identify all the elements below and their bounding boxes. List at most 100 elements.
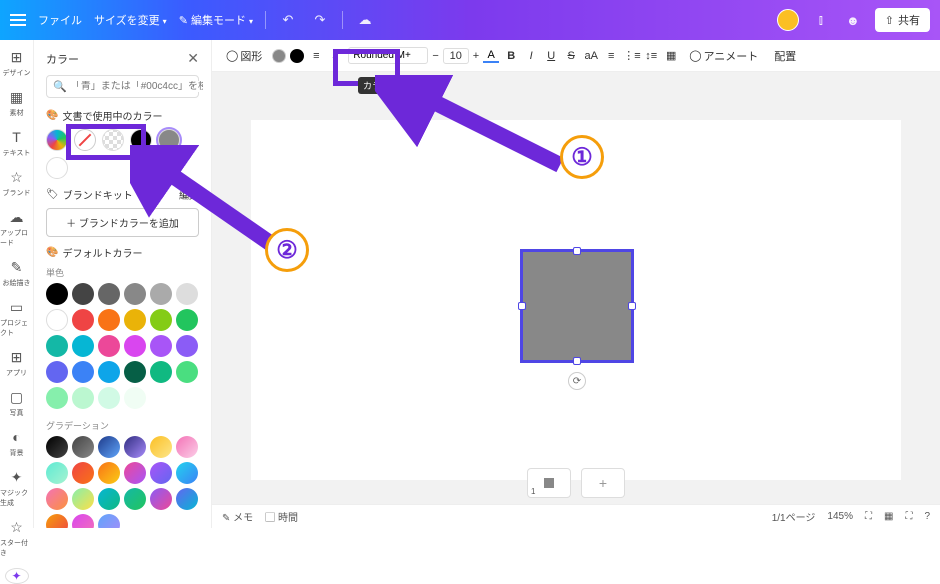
add-brand-color-button[interactable]: ＋ ブランドカラーを追加 [46, 208, 199, 237]
present-icon[interactable]: ⛶ [905, 511, 912, 522]
gradient-swatch[interactable] [46, 514, 68, 528]
corner-icon[interactable]: ⟋ [328, 49, 344, 62]
zoom-slider-icon[interactable]: ⛶ [865, 511, 872, 522]
gradient-swatch[interactable] [46, 436, 68, 458]
underline-icon[interactable]: U [543, 50, 559, 62]
case-icon[interactable]: aA [583, 50, 599, 62]
help-icon[interactable]: ? [924, 511, 930, 522]
file-menu[interactable]: ファイル [38, 12, 82, 28]
border-color-swatch[interactable] [290, 49, 304, 63]
sidebar-item[interactable]: ▭プロジェクト [0, 298, 33, 338]
share-button[interactable]: ⇧ 共有 [875, 8, 930, 32]
gradient-swatch[interactable] [98, 462, 120, 484]
position-button[interactable]: 配置 [768, 46, 802, 66]
sidebar-item[interactable]: ✦マジック生成 [0, 468, 33, 508]
redo-icon[interactable]: ↷ [310, 10, 330, 30]
gradient-swatch[interactable] [150, 488, 172, 510]
color-swatch[interactable] [98, 283, 120, 305]
canvas-page[interactable]: ⟳ [251, 120, 901, 480]
color-swatch[interactable] [150, 309, 172, 331]
color-swatch[interactable] [46, 309, 68, 331]
add-page-button[interactable]: + [581, 468, 625, 498]
color-swatch[interactable] [124, 335, 146, 357]
transparency-icon[interactable]: ▦ [663, 49, 679, 62]
color-swatch[interactable] [150, 335, 172, 357]
shape-menu[interactable]: ◯図形 [220, 46, 268, 66]
gradient-swatch[interactable] [46, 488, 68, 510]
gradient-swatch[interactable] [98, 514, 120, 528]
gradient-swatch[interactable] [98, 488, 120, 510]
search-input[interactable]: 🔍 [46, 75, 199, 98]
gradient-swatch[interactable] [150, 462, 172, 484]
resize-handle[interactable] [518, 302, 526, 310]
gradient-swatch[interactable] [46, 462, 68, 484]
magic-icon[interactable]: ✦ [5, 568, 29, 584]
sidebar-item[interactable]: ✎お絵描き [0, 258, 33, 288]
rotate-handle[interactable]: ⟳ [568, 372, 586, 390]
align-icon[interactable]: ≡ [603, 50, 619, 62]
sidebar-item[interactable]: ☁アップロード [0, 208, 33, 248]
gradient-swatch[interactable] [176, 462, 198, 484]
gradient-swatch[interactable] [72, 436, 94, 458]
color-swatch[interactable] [176, 283, 198, 305]
sidebar-item[interactable]: ⊞デザイン [0, 48, 33, 78]
color-swatch[interactable] [98, 387, 120, 409]
grid-view-icon[interactable]: ▦ [884, 511, 893, 522]
color-swatch[interactable] [158, 129, 180, 151]
memo-button[interactable]: ✎ メモ [222, 509, 253, 524]
size-minus[interactable]: − [432, 50, 438, 62]
color-swatch[interactable] [124, 387, 146, 409]
color-swatch[interactable] [176, 309, 198, 331]
color-swatch[interactable] [124, 309, 146, 331]
color-swatch[interactable] [124, 361, 146, 383]
animate-button[interactable]: ◯ アニメート [683, 46, 764, 66]
color-swatch[interactable] [72, 361, 94, 383]
sidebar-item[interactable]: Tテキスト [0, 128, 33, 158]
zoom-indicator[interactable]: 145% [827, 511, 853, 522]
chart-icon[interactable]: ⫾ [811, 10, 831, 30]
spacing-icon[interactable]: ↕≡ [643, 50, 659, 62]
selected-shape[interactable]: ⟳ [521, 250, 633, 362]
sidebar-item[interactable]: ◐背景 [0, 428, 33, 458]
comment-icon[interactable]: ☻ [843, 10, 863, 30]
gradient-swatch[interactable] [124, 436, 146, 458]
color-swatch[interactable] [72, 309, 94, 331]
menu-icon[interactable] [10, 14, 26, 26]
border-style-icon[interactable]: ≡ [308, 50, 324, 62]
resize-menu[interactable]: サイズを変更 [94, 12, 167, 28]
gradient-swatch[interactable] [176, 488, 198, 510]
brandkit-edit[interactable]: 編集 [179, 187, 199, 202]
avatar[interactable] [777, 9, 799, 31]
time-button[interactable]: ▢ 時間 [265, 509, 298, 524]
text-color-icon[interactable]: A [483, 49, 499, 63]
gradient-swatch[interactable] [124, 488, 146, 510]
gradient-swatch[interactable] [98, 436, 120, 458]
size-plus[interactable]: + [473, 50, 479, 62]
color-swatch[interactable] [176, 361, 198, 383]
page-thumbnail[interactable]: 1 [527, 468, 571, 498]
strike-icon[interactable]: S [563, 50, 579, 62]
list-icon[interactable]: ⋮≡ [623, 49, 639, 62]
color-swatch[interactable] [46, 387, 68, 409]
color-swatch[interactable] [46, 157, 68, 179]
gradient-swatch[interactable] [150, 436, 172, 458]
font-family-input[interactable] [348, 47, 428, 64]
fill-color-swatch[interactable] [272, 49, 286, 63]
sidebar-item[interactable]: ⊞アプリ [0, 348, 33, 378]
sidebar-item[interactable]: ▢写真 [0, 388, 33, 418]
gradient-swatch[interactable] [72, 462, 94, 484]
gradient-swatch[interactable] [176, 436, 198, 458]
color-swatch[interactable] [98, 361, 120, 383]
sidebar-item[interactable]: ☆ブランド [0, 168, 33, 198]
color-swatch[interactable] [150, 361, 172, 383]
italic-icon[interactable]: I [523, 50, 539, 62]
gradient-swatch[interactable] [72, 514, 94, 528]
undo-icon[interactable]: ↶ [278, 10, 298, 30]
gradient-swatch[interactable] [124, 462, 146, 484]
resize-handle[interactable] [573, 357, 581, 365]
color-swatch[interactable] [72, 387, 94, 409]
color-swatch[interactable] [72, 335, 94, 357]
edit-mode-menu[interactable]: ✎ 編集モード [179, 12, 253, 28]
color-swatch[interactable] [46, 335, 68, 357]
sidebar-item[interactable]: ☆スター付き [0, 518, 33, 558]
